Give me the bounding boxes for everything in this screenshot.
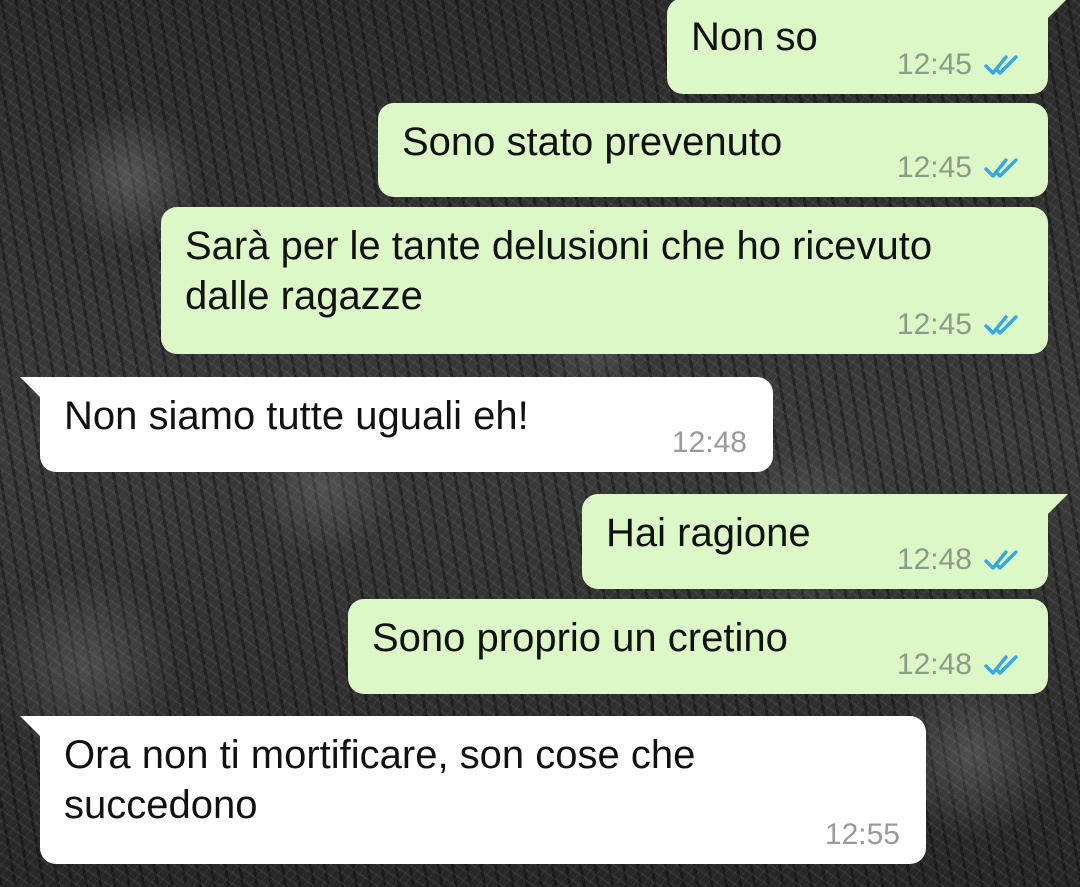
message-text: Non siamo tutte uguali eh! (64, 394, 529, 438)
message-bubble-incoming[interactable]: Non siamo tutte uguali eh! 12:48 (20, 377, 773, 472)
message-bubble-outgoing[interactable]: Sarà per le tante delusioni che ho ricev… (161, 207, 1048, 354)
message-time: 12:48 (896, 543, 972, 576)
message-time: 12:55 (824, 818, 900, 851)
message-time: 12:48 (671, 426, 747, 459)
chat-thread: Non so 12:45 Sono stato prevenuto 12:45 … (0, 0, 1080, 887)
message-text: Ora non ti mortificare, son cose che suc… (64, 733, 707, 827)
double-check-icon (984, 158, 1018, 178)
message-text: Non so (691, 15, 818, 59)
message-time: 12:45 (896, 308, 972, 341)
message-bubble-incoming[interactable]: Ora non ti mortificare, son cose che suc… (20, 716, 926, 864)
message-meta: 12:48 (897, 650, 1022, 680)
message-text: Sono stato prevenuto (402, 120, 783, 164)
message-bubble-outgoing[interactable]: Sono stato prevenuto 12:45 (378, 103, 1048, 197)
message-text: Sarà per le tante delusioni che ho ricev… (185, 224, 944, 318)
message-time: 12:45 (896, 151, 972, 184)
double-check-icon (984, 655, 1018, 675)
message-bubble-outgoing[interactable]: Hai ragione 12:48 (582, 494, 1068, 589)
message-meta: 12:48 (672, 428, 747, 458)
message-text: Sono proprio un cretino (372, 616, 788, 660)
message-bubble-outgoing[interactable]: Non so 12:45 (667, 0, 1068, 94)
double-check-icon (984, 550, 1018, 570)
message-meta: 12:55 (825, 820, 900, 850)
message-bubble-outgoing[interactable]: Sono proprio un cretino 12:48 (348, 599, 1048, 694)
double-check-icon (984, 55, 1018, 75)
message-meta: 12:45 (897, 310, 1022, 340)
message-text: Hai ragione (606, 511, 811, 555)
double-check-icon (984, 315, 1018, 335)
message-meta: 12:45 (897, 50, 1022, 80)
message-meta: 12:45 (897, 153, 1022, 183)
message-time: 12:48 (896, 648, 972, 681)
message-time: 12:45 (896, 48, 972, 81)
message-meta: 12:48 (897, 545, 1022, 575)
